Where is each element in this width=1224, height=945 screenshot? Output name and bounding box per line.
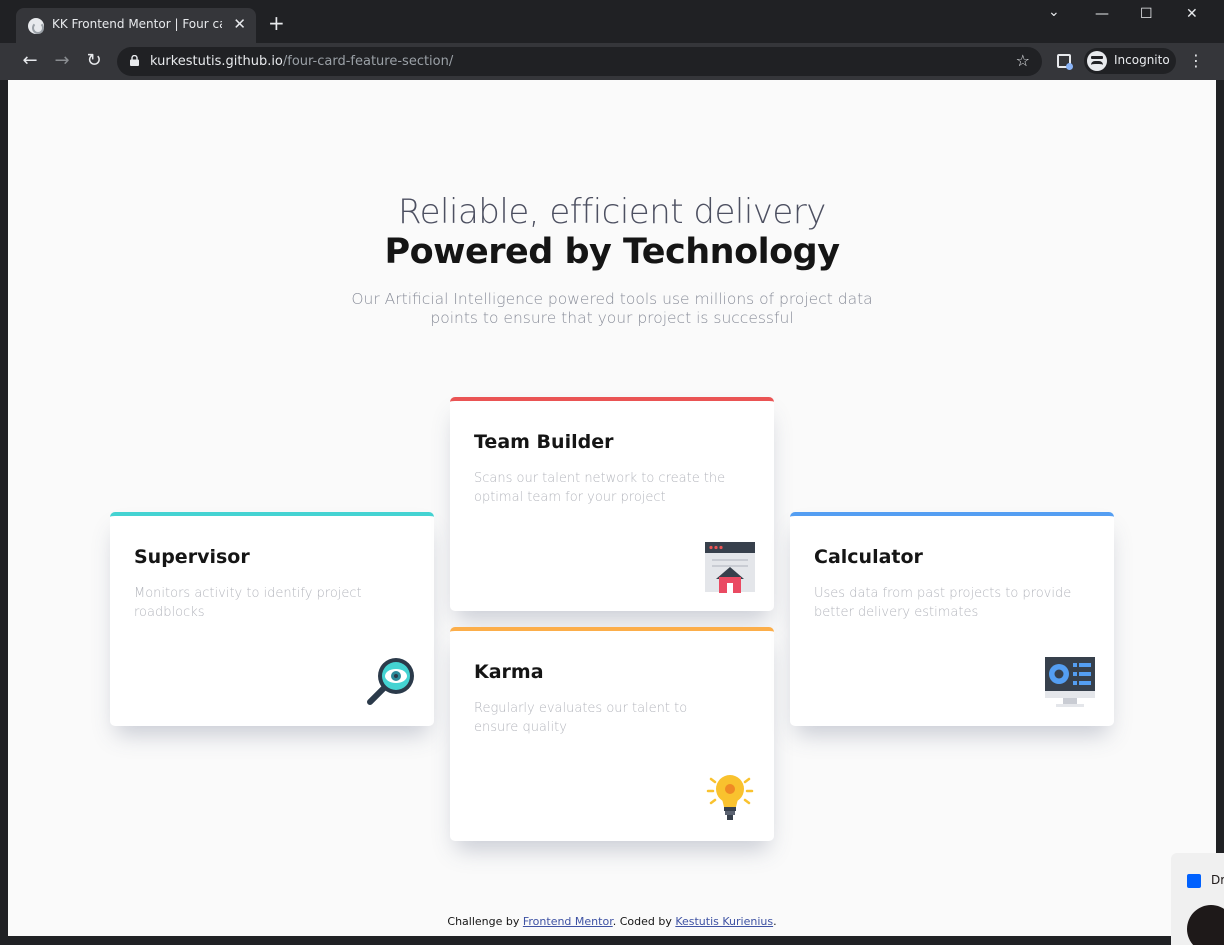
address-bar[interactable]: kurkestutis.github.io/four-card-feature-… (117, 47, 1042, 76)
favicon-icon (28, 18, 44, 34)
incognito-icon (1087, 51, 1107, 71)
dropbox-icon (1187, 874, 1201, 888)
footer-prefix: Challenge by (447, 915, 523, 928)
reload-icon[interactable]: ↻ (83, 50, 105, 72)
card-karma: Karma Regularly evaluates our talent to … (450, 627, 774, 841)
url-host: kurkestutis.github.io (150, 54, 283, 69)
new-tab-button[interactable]: + (268, 13, 285, 33)
tab-title: KK Frontend Mentor | Four card f (52, 17, 222, 31)
page-viewport: Reliable, efficient delivery Powered by … (8, 80, 1216, 936)
url-path: /four-card-feature-section/ (282, 54, 454, 69)
card-description: Scans our talent network to create the o… (474, 471, 726, 505)
author-link[interactable]: Kestutis Kurienius (675, 915, 773, 928)
monitor-chart-icon (1045, 657, 1095, 707)
hero-title: Powered by Technology (384, 232, 840, 272)
frontend-mentor-link[interactable]: Frontend Mentor (523, 915, 613, 928)
hero-description: Our Artificial Intelligence powered tool… (351, 290, 873, 327)
card-supervisor: Supervisor Monitors activity to identify… (110, 512, 434, 726)
url-text: kurkestutis.github.io/four-card-feature-… (150, 54, 453, 69)
hero-subtitle: Reliable, efficient delivery (398, 192, 826, 232)
maximize-button[interactable]: ☐ (1140, 6, 1153, 22)
minimize-button[interactable]: — (1095, 6, 1109, 22)
magnifier-eye-icon (367, 658, 414, 705)
extension-icon[interactable] (1057, 54, 1073, 70)
dropbox-logo-icon (1187, 905, 1224, 945)
footer-suffix: . (773, 915, 777, 928)
back-arrow-icon[interactable]: ← (19, 50, 41, 72)
close-window-button[interactable]: ✕ (1186, 6, 1198, 22)
browser-tab[interactable]: KK Frontend Mentor | Four card f ✕ (16, 8, 256, 43)
page-footer: Challenge by Frontend Mentor. Coded by K… (8, 915, 1216, 928)
card-description: Regularly evaluates our talent to ensure… (474, 701, 688, 735)
card-description: Uses data from past projects to provide … (814, 586, 1072, 620)
card-calculator: Calculator Uses data from past projects … (790, 512, 1114, 726)
dropbox-widget[interactable]: Dr (1171, 853, 1224, 945)
forward-arrow-icon[interactable]: → (51, 50, 73, 72)
card-title: Karma (474, 661, 544, 683)
dropbox-label: Dr (1211, 873, 1224, 887)
lock-icon (130, 55, 139, 66)
card-title: Team Builder (474, 431, 614, 453)
menu-kebab-icon[interactable]: ⋮ (1188, 51, 1204, 70)
browser-house-icon (705, 542, 755, 593)
incognito-label: Incognito (1114, 53, 1170, 67)
card-description: Monitors activity to identify project ro… (134, 586, 362, 620)
footer-middle: . Coded by (612, 915, 676, 928)
card-title: Calculator (814, 546, 923, 568)
card-title: Supervisor (134, 546, 250, 568)
tab-close-icon[interactable]: ✕ (233, 15, 246, 33)
incognito-badge[interactable]: Incognito (1084, 48, 1176, 74)
card-team-builder: Team Builder Scans our talent network to… (450, 397, 774, 611)
bookmark-star-icon[interactable]: ☆ (1016, 51, 1030, 70)
browser-toolbar: ← → ↻ kurkestutis.github.io/four-card-fe… (0, 43, 1224, 80)
lightbulb-icon (706, 775, 754, 820)
tab-search-icon[interactable]: ⌄ (1048, 4, 1060, 20)
browser-titlebar: KK Frontend Mentor | Four card f ✕ + ⌄ —… (0, 0, 1224, 43)
